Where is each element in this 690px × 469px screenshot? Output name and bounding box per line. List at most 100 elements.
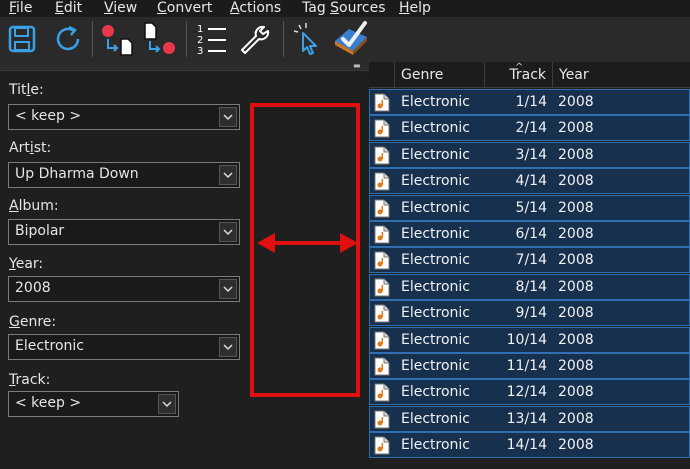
column-header-track[interactable]: ^ Track xyxy=(484,62,552,88)
select-cursor-icon xyxy=(293,23,317,55)
title-combo[interactable]: < keep > xyxy=(8,104,240,130)
cell-track: 1/14 xyxy=(515,94,547,110)
column-header-icon[interactable] xyxy=(369,62,394,88)
refresh-button[interactable] xyxy=(48,19,88,59)
genre-dropdown-button[interactable] xyxy=(219,337,237,357)
cell-year: 2008 xyxy=(558,226,594,242)
table-row[interactable]: Electronic 7/14 2008 xyxy=(369,247,690,274)
track-value: < keep > xyxy=(15,395,82,411)
filename-to-tag-button[interactable] xyxy=(139,19,179,59)
column-header-year[interactable]: Year xyxy=(552,62,690,88)
table-row[interactable]: Electronic 13/14 2008 xyxy=(369,405,690,432)
cell-genre: Electronic xyxy=(401,173,471,190)
cell-genre: Electronic xyxy=(401,120,471,137)
audio-file-icon xyxy=(373,172,391,191)
genre-value: Electronic xyxy=(15,338,85,354)
audio-file-icon xyxy=(373,383,391,402)
wrench-icon xyxy=(241,25,270,54)
cell-track: 12/14 xyxy=(506,384,547,401)
year-label: Year: xyxy=(9,256,44,272)
title-dropdown-button[interactable] xyxy=(219,107,237,127)
artist-dropdown-button[interactable] xyxy=(219,165,237,185)
table-row[interactable]: Electronic 1/14 2008 xyxy=(369,89,690,115)
audio-file-icon xyxy=(373,410,391,429)
table-row[interactable]: Electronic 9/14 2008 xyxy=(369,300,690,327)
table-header: Genre ^ Track Year xyxy=(369,62,690,88)
album-combo[interactable]: Bipolar xyxy=(8,219,240,245)
menu-view[interactable]: View xyxy=(104,0,137,17)
genre-label: Genre: xyxy=(9,314,57,330)
svg-text:3: 3 xyxy=(197,46,203,57)
panel-header: ▬ xyxy=(0,62,369,71)
cell-year: 2008 xyxy=(558,278,594,295)
artist-combo[interactable]: Up Dharma Down xyxy=(8,162,240,188)
menu-convert[interactable]: Convert xyxy=(157,0,212,17)
table-row[interactable]: Electronic 2/14 2008 xyxy=(369,115,690,142)
tag-to-filename-button[interactable] xyxy=(97,19,137,59)
table-row[interactable]: Electronic 5/14 2008 xyxy=(369,194,690,221)
save-button[interactable] xyxy=(2,19,42,59)
track-label: Track: xyxy=(9,372,51,388)
chevron-down-icon xyxy=(223,229,233,236)
chevron-down-icon xyxy=(223,172,233,179)
artist-label: Artist: xyxy=(9,140,52,156)
menu-tag-sources[interactable]: Tag Sources xyxy=(302,0,386,17)
table-row[interactable]: Electronic 6/14 2008 xyxy=(369,221,690,247)
cell-year: 2008 xyxy=(558,384,594,401)
toolbar: 1 2 3 xyxy=(0,17,690,62)
cell-genre: Electronic xyxy=(401,331,471,348)
chevron-down-icon xyxy=(223,286,233,293)
cell-genre: Electronic xyxy=(401,94,471,110)
chevron-down-icon xyxy=(223,114,233,121)
track-dropdown-button[interactable] xyxy=(158,394,176,414)
tag-check-icon xyxy=(335,21,367,55)
menu-actions[interactable]: Actions xyxy=(230,0,281,17)
audio-file-icon xyxy=(373,119,391,138)
audio-file-icon xyxy=(373,436,391,455)
cell-year: 2008 xyxy=(558,120,594,137)
year-combo[interactable]: 2008 xyxy=(8,276,240,302)
title-value: < keep > xyxy=(15,108,82,124)
table-row[interactable]: Electronic 8/14 2008 xyxy=(369,273,690,300)
select-mode-button[interactable] xyxy=(289,19,329,59)
options-button[interactable] xyxy=(234,19,274,59)
table-row[interactable]: Electronic 12/14 2008 xyxy=(369,379,690,406)
cell-track: 6/14 xyxy=(515,226,547,242)
numbered-list-icon: 1 2 3 xyxy=(197,24,226,57)
cell-genre: Electronic xyxy=(401,199,471,216)
audio-file-icon xyxy=(373,357,391,376)
svg-text:1: 1 xyxy=(197,24,203,35)
year-value: 2008 xyxy=(15,280,51,296)
cell-track: 8/14 xyxy=(515,278,547,295)
refresh-icon xyxy=(56,25,80,51)
genre-combo[interactable]: Electronic xyxy=(8,334,240,360)
table-row[interactable]: Electronic 14/14 2008 xyxy=(369,432,690,459)
auto-numbering-button[interactable]: 1 2 3 xyxy=(192,19,232,59)
cell-year: 2008 xyxy=(558,94,594,110)
table-row[interactable]: Electronic 10/14 2008 xyxy=(369,326,690,353)
column-header-genre[interactable]: Genre xyxy=(394,62,484,88)
table-row[interactable]: Electronic 3/14 2008 xyxy=(369,141,690,168)
audio-file-icon xyxy=(373,331,391,350)
album-value: Bipolar xyxy=(15,223,65,239)
menu-file[interactable]: File xyxy=(9,0,32,17)
menu-edit[interactable]: Edit xyxy=(55,0,82,17)
audio-file-icon xyxy=(373,225,391,244)
chevron-down-icon xyxy=(223,344,233,351)
pin-icon[interactable]: ▬ xyxy=(353,62,363,70)
tag-sources-button[interactable] xyxy=(331,19,371,59)
sort-ascending-icon: ^ xyxy=(515,62,524,73)
track-combo[interactable]: < keep > xyxy=(8,391,179,417)
table-row[interactable]: Electronic 4/14 2008 xyxy=(369,168,690,195)
annotation-double-arrow-icon xyxy=(257,233,358,253)
tag-to-filename-icon xyxy=(102,25,133,56)
album-dropdown-button[interactable] xyxy=(219,222,237,242)
cell-genre: Electronic xyxy=(401,384,471,401)
menu-help[interactable]: Help xyxy=(399,0,431,17)
save-icon xyxy=(8,25,36,53)
cell-track: 2/14 xyxy=(515,120,547,137)
table-row[interactable]: Electronic 11/14 2008 xyxy=(369,353,690,379)
cell-track: 7/14 xyxy=(515,252,547,269)
audio-file-icon xyxy=(373,278,391,297)
year-dropdown-button[interactable] xyxy=(219,279,237,299)
